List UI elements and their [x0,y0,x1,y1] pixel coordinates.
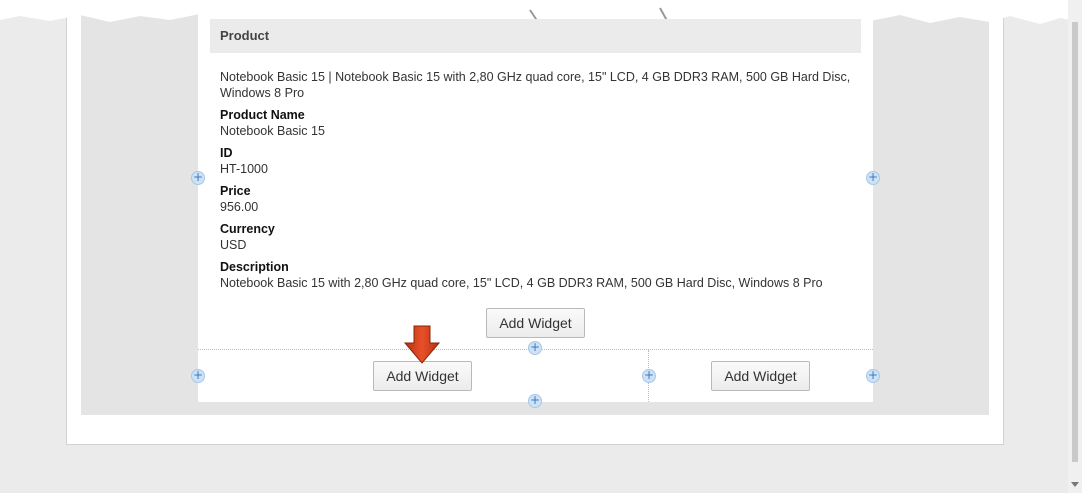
scroll-down-arrow-icon[interactable] [1071,482,1079,487]
scrollbar-thumb[interactable] [1072,22,1078,462]
field-label: Description [220,260,289,274]
product-widget-header: Product [210,19,861,53]
add-plus-icon[interactable]: + [642,369,656,383]
add-plus-icon[interactable]: + [866,171,880,185]
product-widget-body: Notebook Basic 15 | Notebook Basic 15 wi… [220,69,860,297]
add-plus-icon[interactable]: + [191,171,205,185]
field-label: ID [220,146,233,160]
add-widget-button-top[interactable]: Add Widget [486,308,585,338]
field-label: Price [220,184,251,198]
field-id: ID HT-1000 [220,145,860,177]
field-product-name: Product Name Notebook Basic 15 [220,107,860,139]
add-plus-icon[interactable]: + [866,369,880,383]
field-price: Price 956.00 [220,183,860,215]
red-arrow-down-icon [403,325,441,364]
field-label: Product Name [220,108,305,122]
field-description: Description Notebook Basic 15 with 2,80 … [220,259,860,291]
add-plus-icon[interactable]: + [528,394,542,408]
field-value: 956.00 [220,200,259,214]
field-currency: Currency USD [220,221,860,253]
product-summary: Notebook Basic 15 | Notebook Basic 15 wi… [220,70,851,100]
field-value: USD [220,238,247,252]
field-value: HT-1000 [220,162,268,176]
field-label: Currency [220,222,275,236]
add-plus-icon[interactable]: + [528,341,542,355]
add-widget-button-left[interactable]: Add Widget [373,361,472,391]
field-value: Notebook Basic 15 [220,124,325,138]
add-widget-button-right[interactable]: Add Widget [711,361,810,391]
field-value: Notebook Basic 15 with 2,80 GHz quad cor… [220,276,823,290]
add-plus-icon[interactable]: + [191,369,205,383]
